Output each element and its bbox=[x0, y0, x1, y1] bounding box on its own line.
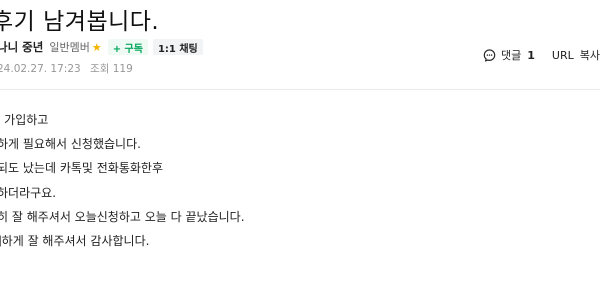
post-actions: 댓글 1 URL 복사 bbox=[483, 47, 600, 63]
post-body: l 가입하고 하게 필요해서 신청했습니다. 되도 났는데 카톡및 전화통화한후… bbox=[0, 108, 245, 253]
post-date: 24.02.27. 17:23 bbox=[0, 63, 81, 75]
member-grade: 일반멤버 bbox=[49, 41, 90, 54]
post-title: 후기 남겨봅니다. bbox=[0, 9, 160, 35]
header-divider bbox=[0, 89, 600, 90]
author-info: 나니 중년 일반멤버 ★ + 구독 1:1 채팅 bbox=[0, 39, 203, 55]
comment-label: 댓글 bbox=[501, 49, 522, 62]
comment-icon bbox=[483, 48, 496, 62]
body-line: 히 잘 해주셔서 오늘신청하고 오늘 다 끝났습니다. bbox=[0, 209, 245, 224]
grade-star-icon: ★ bbox=[91, 40, 102, 54]
url-copy-button[interactable]: URL 복사 bbox=[552, 47, 600, 63]
view-count: 조회 119 bbox=[90, 63, 133, 75]
body-line: l 가입하고 bbox=[0, 113, 49, 127]
subscribe-button[interactable]: + 구독 bbox=[107, 39, 148, 55]
url-copy-label: 복사 bbox=[579, 49, 600, 62]
body-line: 하더라구요. bbox=[0, 185, 57, 200]
author-nickname[interactable]: 나니 중년 bbox=[0, 39, 43, 55]
body-line: ]하게 잘 해주셔서 감사합니다. bbox=[0, 234, 150, 249]
url-label: URL bbox=[551, 48, 574, 62]
body-line: 되도 났는데 카톡및 전화통화한후 bbox=[0, 161, 164, 176]
post-meta: 24.02.27. 17:23 조회 119 bbox=[0, 61, 133, 76]
comment-count: 1 bbox=[527, 48, 535, 62]
one-to-one-chat-button[interactable]: 1:1 채팅 bbox=[152, 39, 203, 55]
comment-button[interactable]: 댓글 1 bbox=[483, 47, 535, 63]
body-line: 하게 필요해서 신청했습니다. bbox=[0, 137, 141, 152]
